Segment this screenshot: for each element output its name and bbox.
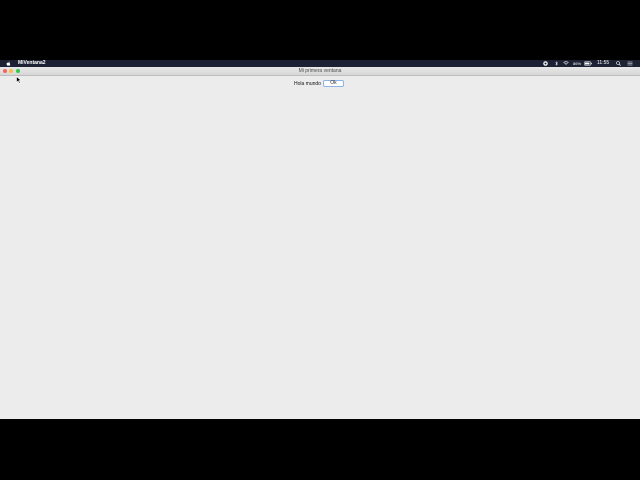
hello-label: Hola mundo <box>294 81 321 87</box>
battery-icon[interactable] <box>584 60 592 67</box>
menu-bar: MiVentana2 86% 11:55 <box>0 60 640 67</box>
ok-button[interactable]: Ok <box>323 80 344 87</box>
battery-percent: 86% <box>573 61 582 66</box>
close-window-button[interactable] <box>3 69 7 73</box>
window-title: Mi primera ventana <box>298 68 342 74</box>
window-title-bar[interactable]: Mi primera ventana <box>0 67 640 84</box>
siri-icon[interactable] <box>543 60 549 67</box>
app-window: Mi primera ventana Hola mundo Ok <box>0 67 640 419</box>
bluetooth-icon[interactable] <box>555 60 559 67</box>
desktop-screen: MiVentana2 86% 11:55 Mi primera ventana <box>0 60 640 419</box>
wifi-icon[interactable] <box>563 60 569 67</box>
menubar-clock[interactable]: 11:55 <box>597 60 609 67</box>
window-content: Hola mundo Ok <box>0 76 640 419</box>
minimize-window-button[interactable] <box>9 69 13 73</box>
notification-center-icon[interactable] <box>627 60 633 67</box>
apple-icon[interactable] <box>6 60 11 67</box>
spotlight-icon[interactable] <box>616 60 621 67</box>
app-menu-name[interactable]: MiVentana2 <box>18 60 46 67</box>
